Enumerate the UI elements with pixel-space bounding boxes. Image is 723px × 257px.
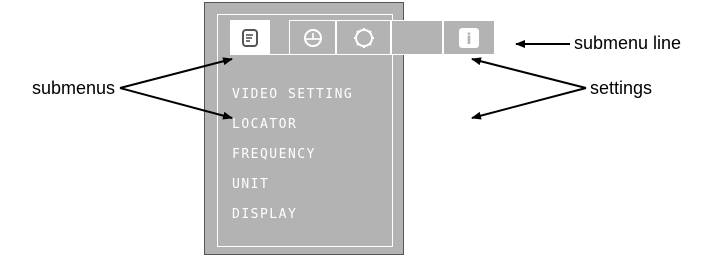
label-submenu-line: submenu line (574, 33, 682, 53)
label-settings: settings (590, 78, 653, 98)
arrow-settings-lower (471, 87, 587, 120)
arrow-submenus-upper (119, 57, 233, 89)
label-submenus: submenus (32, 78, 116, 98)
arrow-settings-upper (471, 57, 587, 89)
arrow-submenus-lower (119, 87, 233, 120)
diagram: i VIDEO SETTING LOCATOR FREQUENCY UNIT D… (0, 0, 723, 257)
